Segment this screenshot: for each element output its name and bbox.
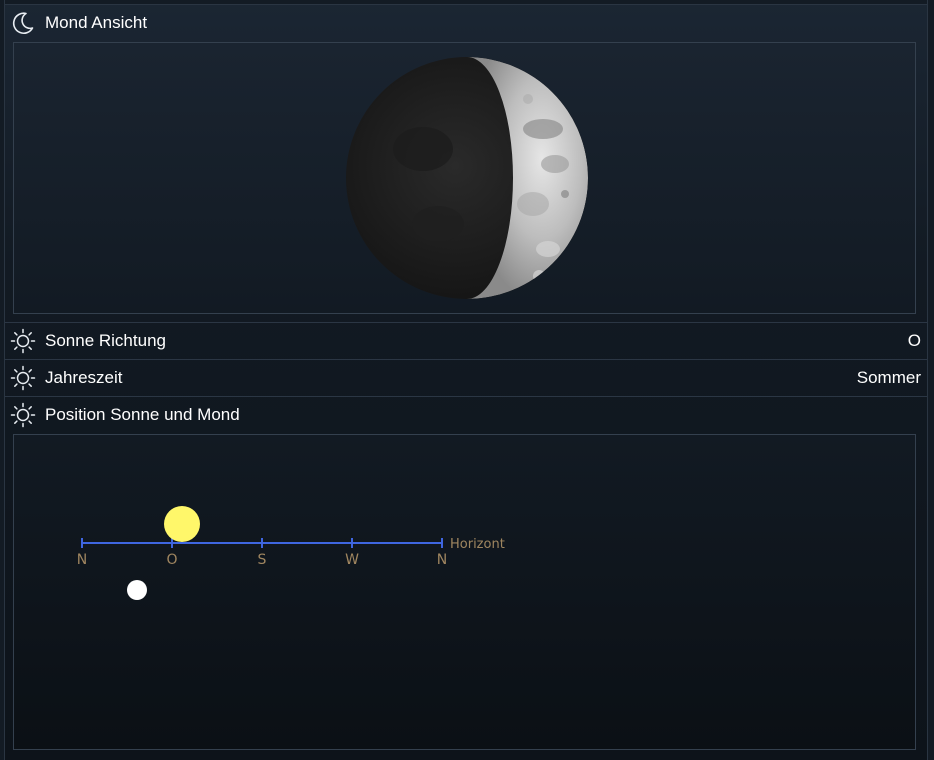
moon-marker bbox=[127, 580, 147, 600]
direction-label-3: W bbox=[345, 552, 359, 568]
sun-moon-horizon-diagram: N O S W N Horizont bbox=[77, 506, 505, 600]
moon-icon bbox=[10, 10, 36, 36]
position-title: Position Sonne und Mond bbox=[45, 405, 240, 424]
sun-direction-row[interactable]: Sonne Richtung O bbox=[5, 323, 927, 360]
direction-label-4: N bbox=[437, 552, 447, 568]
sun-moon-position-card: Position Sonne und Mond N O S W N Horizont bbox=[5, 397, 927, 760]
season-value: Sommer bbox=[856, 368, 921, 387]
sun-icon bbox=[10, 328, 36, 354]
moon-view-card: Mond Ansicht bbox=[5, 5, 927, 323]
season-row[interactable]: Jahreszeit Sommer bbox=[5, 360, 927, 397]
position-panel: N O S W N Horizont bbox=[13, 434, 916, 750]
moon-view-header[interactable]: Mond Ansicht bbox=[5, 5, 927, 41]
sun-marker bbox=[164, 506, 200, 542]
direction-label-0: N bbox=[77, 552, 87, 568]
season-header: Jahreszeit bbox=[5, 360, 927, 396]
direction-label-2: S bbox=[258, 552, 267, 568]
moon-view-title: Mond Ansicht bbox=[45, 13, 148, 32]
frame-right bbox=[927, 0, 934, 760]
sun-direction-label: Sonne Richtung bbox=[45, 331, 166, 350]
moon-phase-image bbox=[346, 57, 588, 299]
app-window: Mond Ansicht Sonne Richtung O Jahreszeit… bbox=[0, 0, 934, 760]
direction-label-1: O bbox=[166, 552, 177, 568]
sun-icon bbox=[10, 402, 36, 428]
sun-icon bbox=[10, 365, 36, 391]
horizon-label: Horizont bbox=[450, 537, 505, 552]
sun-direction-value: O bbox=[907, 331, 921, 350]
sun-direction-header: Sonne Richtung bbox=[5, 323, 927, 359]
season-label: Jahreszeit bbox=[45, 368, 123, 387]
position-header[interactable]: Position Sonne und Mond bbox=[5, 397, 927, 433]
moon-view-panel bbox=[13, 42, 916, 314]
